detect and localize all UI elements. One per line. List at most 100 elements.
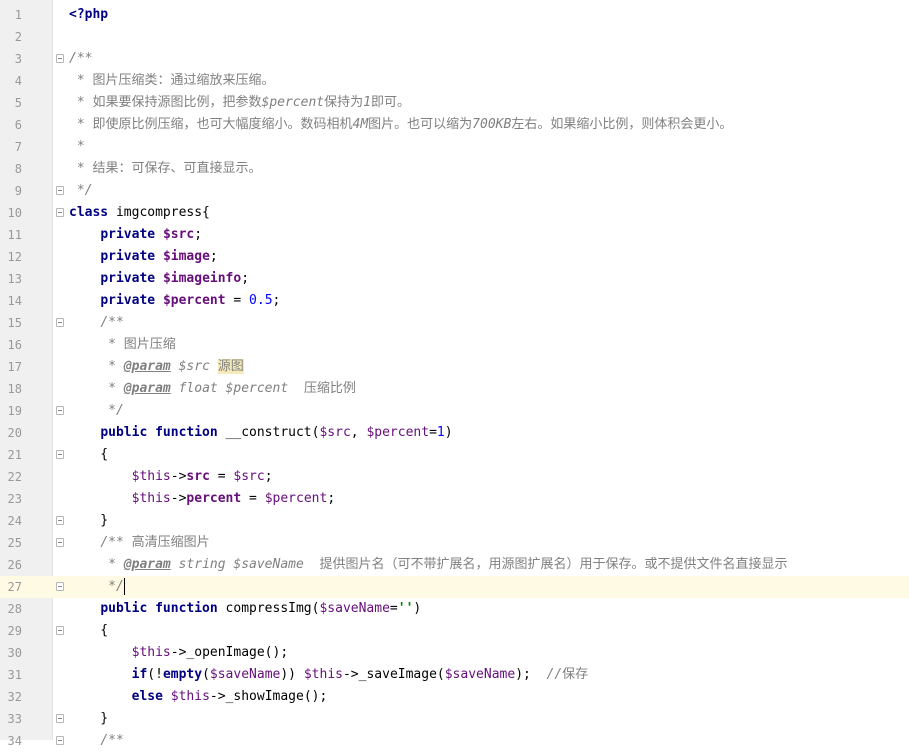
code-token: ) (444, 425, 453, 440)
code-line[interactable]: 30 $this->_openImage(); (0, 642, 909, 664)
code-line[interactable]: 20 public function __construct($src, $pe… (0, 422, 909, 444)
code-text: } (69, 510, 108, 532)
code-token: 1 (436, 425, 445, 440)
code-token: 即可。 (370, 95, 410, 110)
code-text: */ (69, 180, 93, 202)
code-line[interactable]: 4 * 图片压缩类：通过缩放来压缩。 (0, 70, 909, 92)
code-line[interactable]: 3 /** (0, 48, 909, 70)
code-line[interactable]: 12 private $image; (0, 246, 909, 268)
line-number: 22 (7, 470, 22, 484)
code-token: 左右。如果缩小比例，则体积会更小。 (511, 117, 733, 132)
code-line[interactable]: 13 private $imageinfo; (0, 268, 909, 290)
code-token: ; (194, 227, 203, 242)
code-line[interactable]: 32 else $this->_showImage(); (0, 686, 909, 708)
code-token: $saveName (209, 667, 281, 682)
code-line[interactable]: 7 * (0, 136, 909, 158)
code-text: { (69, 620, 108, 642)
code-token: $src (162, 227, 195, 242)
fold-toggle-icon[interactable] (56, 450, 64, 459)
code-line[interactable]: 9 */ (0, 180, 909, 202)
line-number: 21 (7, 448, 22, 462)
code-line[interactable]: 5 * 如果要保持源图比例，把参数$percent保持为1即可。 (0, 92, 909, 114)
code-token: * (100, 359, 124, 374)
fold-toggle-icon[interactable] (56, 318, 64, 327)
code-token: string $saveName (170, 557, 320, 572)
code-line[interactable]: 2 (0, 26, 909, 48)
code-line[interactable]: 31 if(!empty($saveName)) $this->_saveIma… (0, 664, 909, 686)
code-line[interactable]: 24 } (0, 510, 909, 532)
code-token: private (100, 293, 156, 308)
code-token: , (350, 425, 367, 440)
fold-toggle-icon[interactable] (56, 626, 64, 635)
fold-toggle-icon[interactable] (56, 736, 64, 745)
code-line[interactable]: 29 { (0, 620, 909, 642)
code-token: /** (69, 51, 93, 66)
code-line[interactable]: 15 /** (0, 312, 909, 334)
code-line[interactable]: 14 private $percent = 0.5; (0, 290, 909, 312)
code-token: $percent (366, 425, 430, 440)
fold-toggle-icon[interactable] (56, 582, 64, 591)
line-number: 5 (14, 96, 22, 110)
code-token: empty (162, 667, 203, 682)
code-token: $percent (162, 293, 226, 308)
code-line[interactable]: 21 { (0, 444, 909, 466)
fold-toggle-icon[interactable] (56, 538, 64, 547)
code-line[interactable]: 33 } (0, 708, 909, 730)
code-token: 如果要保持源图比例，把参数 (92, 95, 262, 110)
code-line[interactable]: 11 private $src; (0, 224, 909, 246)
code-editor[interactable]: 1 <?php 2 3/** 4 * 图片压缩类：通过缩放来压缩。 5 * 如果要保持源图… (0, 0, 909, 748)
fold-toggle-icon[interactable] (56, 208, 64, 217)
code-token: 压缩比例 (303, 381, 356, 396)
line-number: 19 (7, 404, 22, 418)
code-token: * (69, 95, 93, 110)
code-line[interactable]: 19 */ (0, 400, 909, 422)
code-token: public function (100, 425, 218, 440)
code-line[interactable]: 6 * 即使原比例压缩，也可大幅度缩小。数码相机4M图片。也可以缩为700KB左… (0, 114, 909, 136)
code-line[interactable]: 34 /** (0, 730, 909, 752)
fold-toggle-icon[interactable] (56, 516, 64, 525)
code-text: * 图片压缩 (69, 334, 176, 356)
code-token: $imageinfo (162, 271, 242, 286)
code-line[interactable]: 27 */ (0, 576, 909, 598)
fold-toggle-icon[interactable] (56, 714, 64, 723)
code-token: $src (319, 425, 351, 440)
code-line[interactable]: 1 <?php (0, 4, 909, 26)
code-line[interactable]: 17 * @param $src 源图 (0, 356, 909, 378)
line-number: 23 (7, 492, 22, 506)
code-line[interactable]: 8 * 结果：可保存、可直接显示。 (0, 158, 909, 180)
code-token: /** (100, 535, 132, 550)
code-token: @param (123, 381, 171, 396)
fold-toggle-icon[interactable] (56, 186, 64, 195)
code-text: */ (69, 576, 124, 598)
code-token: 高清压缩图片 (131, 535, 210, 550)
code-line[interactable]: 25 /** 高清压缩图片 (0, 532, 909, 554)
code-token: } (69, 513, 109, 528)
code-line[interactable]: 16 * 图片压缩 (0, 334, 909, 356)
code-text: private $src; (69, 224, 202, 246)
code-line[interactable]: 26 * @param string $saveName 提供图片名（可不带扩展… (0, 554, 909, 576)
fold-toggle-icon[interactable] (56, 406, 64, 415)
code-token: percent (186, 491, 242, 506)
line-number: 16 (7, 338, 22, 352)
code-token: $saveName (319, 601, 390, 616)
code-line[interactable]: 23 $this->percent = $percent; (0, 488, 909, 510)
fold-toggle-icon[interactable] (56, 54, 64, 63)
code-line[interactable]: 28 public function compressImg($saveName… (0, 598, 909, 620)
code-line[interactable]: 18 * @param float $percent 压缩比例 (0, 378, 909, 400)
code-token: */ (100, 403, 124, 418)
code-token: 结果：可保存、可直接显示。 (92, 161, 262, 176)
code-token: } (69, 711, 109, 726)
code-token: { (69, 447, 109, 462)
code-line[interactable]: 10 class imgcompress{ (0, 202, 909, 224)
code-token: * (100, 381, 124, 396)
code-token: $percent (264, 491, 328, 506)
code-line[interactable]: 22 $this->src = $src; (0, 466, 909, 488)
code-token: 700KB (472, 117, 512, 132)
code-token: ; (209, 249, 218, 264)
line-number: 20 (7, 426, 22, 440)
code-text: private $image; (69, 246, 218, 268)
